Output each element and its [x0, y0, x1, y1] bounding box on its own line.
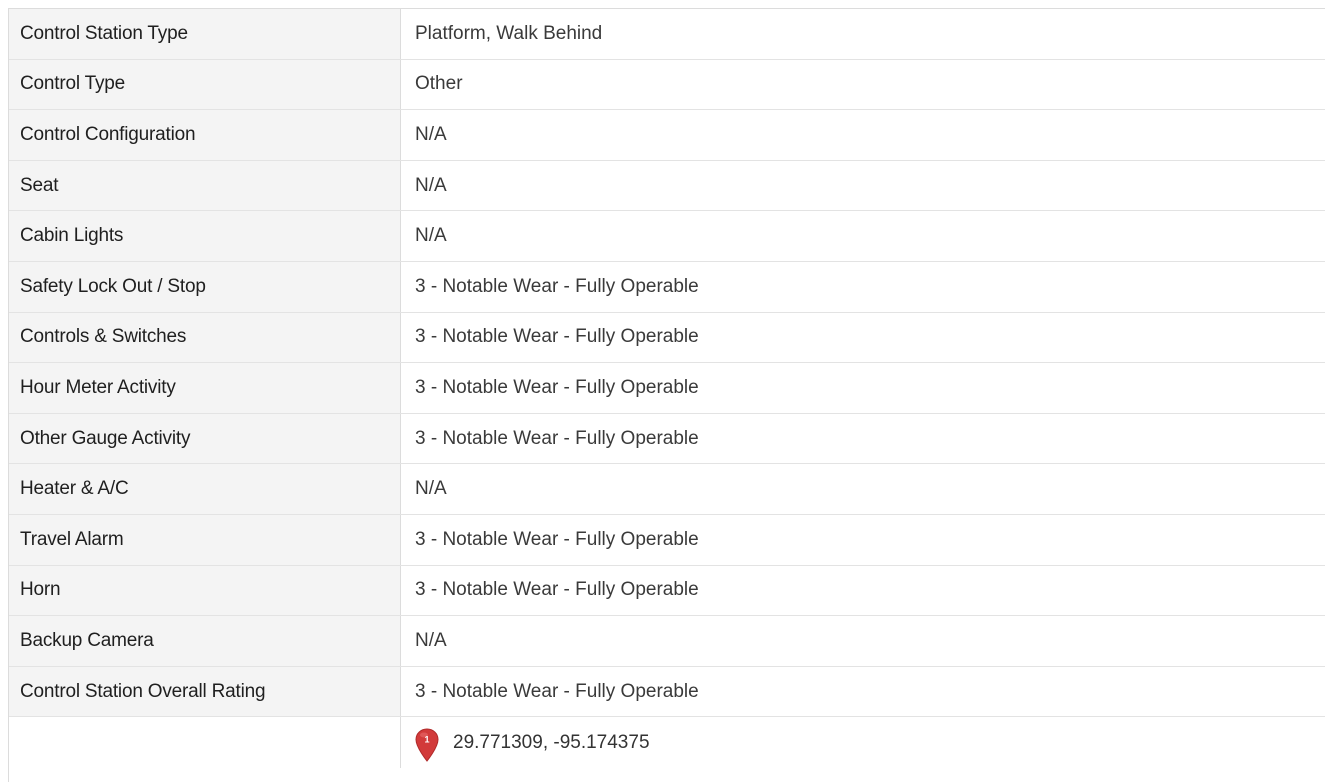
- table-row: Control Configuration N/A: [9, 110, 1325, 161]
- row-value: N/A: [415, 225, 447, 247]
- row-label: Control Station Overall Rating: [9, 666, 401, 717]
- row-label: Safety Lock Out / Stop: [9, 261, 401, 312]
- row-value: N/A: [415, 629, 447, 651]
- row-label: Travel Alarm: [9, 514, 401, 565]
- table-row: Travel Alarm 3 - Notable Wear - Fully Op…: [9, 514, 1325, 566]
- row-label: Control Station Type: [9, 9, 401, 59]
- row-value: Other: [415, 73, 463, 95]
- map-marker-icon[interactable]: 1: [415, 728, 439, 762]
- row-value: N/A: [415, 123, 447, 145]
- row-value: N/A: [415, 478, 447, 500]
- location-row: 1 29.771309, -95.174375: [9, 717, 1325, 768]
- row-label: Cabin Lights: [9, 211, 401, 261]
- row-label: Seat: [9, 160, 401, 211]
- row-label: Control Type: [9, 59, 401, 110]
- table-row: Safety Lock Out / Stop 3 - Notable Wear …: [9, 261, 1325, 313]
- row-value: 3 - Notable Wear - Fully Operable: [415, 579, 699, 601]
- table-row: Hour Meter Activity 3 - Notable Wear - F…: [9, 363, 1325, 414]
- table-row: Backup Camera N/A: [9, 616, 1325, 667]
- coordinates-text: 29.771309, -95.174375: [453, 731, 650, 753]
- row-label: Heater & A/C: [9, 464, 401, 514]
- table-row: Heater & A/C N/A: [9, 464, 1325, 515]
- location-value: 1 29.771309, -95.174375: [401, 717, 1325, 768]
- row-label: Control Configuration: [9, 110, 401, 160]
- table-row: Other Gauge Activity 3 - Notable Wear - …: [9, 413, 1325, 465]
- table-row: Control Type Other: [9, 59, 1325, 111]
- row-label: Horn: [9, 565, 401, 616]
- control-station-table: Control Station Type Platform, Walk Behi…: [8, 8, 1325, 782]
- row-label: Other Gauge Activity: [9, 413, 401, 464]
- row-value: 3 - Notable Wear - Fully Operable: [415, 326, 699, 348]
- table-row: Control Station Type Platform, Walk Behi…: [9, 9, 1325, 60]
- table-row: Seat N/A: [9, 160, 1325, 212]
- row-label: Backup Camera: [9, 616, 401, 666]
- table-row: Control Station Overall Rating 3 - Notab…: [9, 666, 1325, 718]
- pin-number: 1: [424, 734, 429, 744]
- row-value: 3 - Notable Wear - Fully Operable: [415, 376, 699, 398]
- row-value: 3 - Notable Wear - Fully Operable: [415, 528, 699, 550]
- row-value: 3 - Notable Wear - Fully Operable: [415, 680, 699, 702]
- table-row: Horn 3 - Notable Wear - Fully Operable: [9, 565, 1325, 617]
- row-label: Hour Meter Activity: [9, 363, 401, 413]
- row-value: 3 - Notable Wear - Fully Operable: [415, 275, 699, 297]
- row-value: 3 - Notable Wear - Fully Operable: [415, 427, 699, 449]
- table-row: Controls & Switches 3 - Notable Wear - F…: [9, 312, 1325, 364]
- table-row: Cabin Lights N/A: [9, 211, 1325, 262]
- row-label: Controls & Switches: [9, 312, 401, 363]
- row-value: N/A: [415, 174, 447, 196]
- row-value: Platform, Walk Behind: [415, 22, 603, 44]
- empty-label-cell: [9, 717, 401, 768]
